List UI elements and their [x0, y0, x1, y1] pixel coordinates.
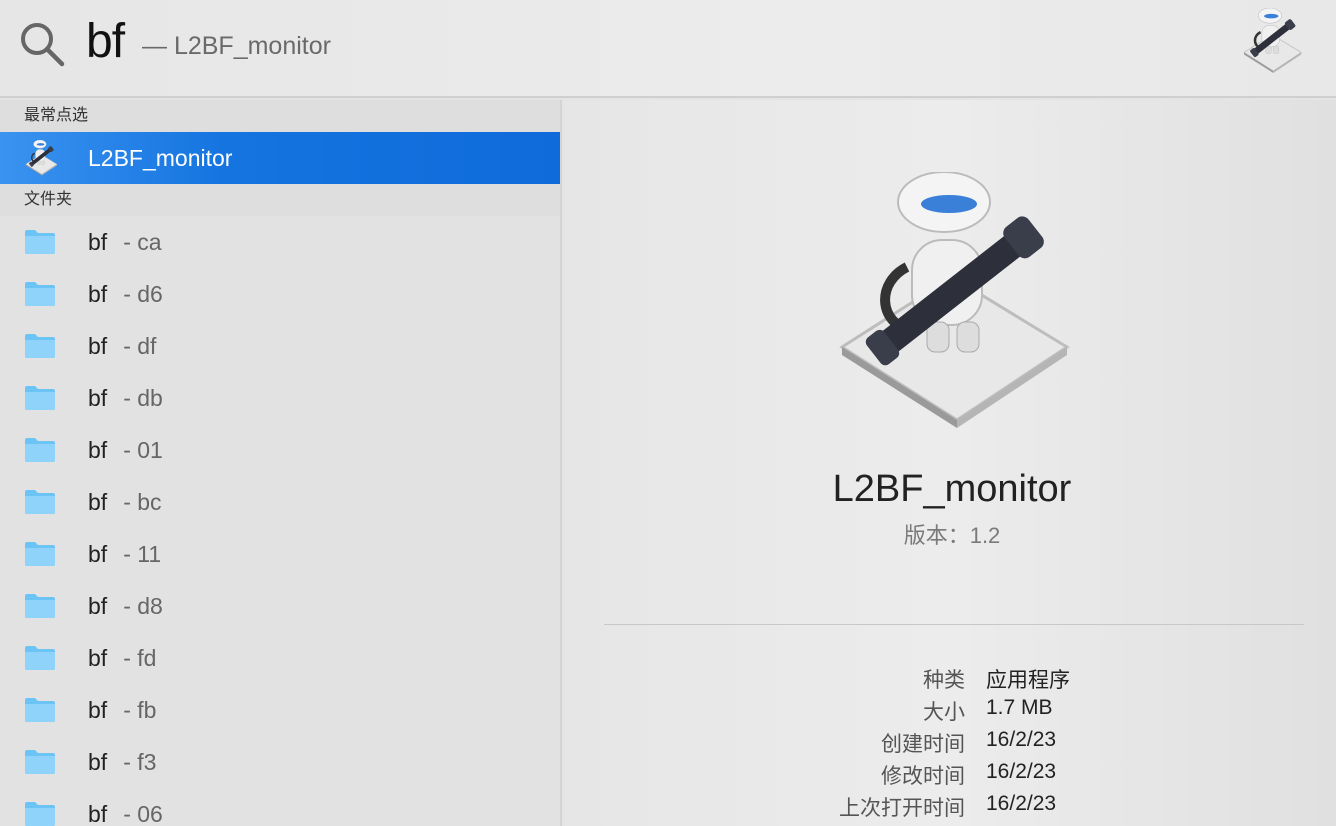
folder-name: bf [88, 488, 108, 515]
folder-result[interactable]: bf - ca [0, 216, 560, 268]
search-icon [21, 23, 65, 67]
info-row: 修改时间 16/2/23 [564, 760, 1336, 792]
search-input[interactable]: bf [86, 14, 125, 69]
folder-suffix: - fb [123, 696, 157, 723]
folder-suffix: - f3 [123, 748, 157, 775]
folder-suffix: - 01 [123, 436, 163, 463]
result-label: L2BF_monitor [88, 144, 233, 171]
folder-suffix: - ca [123, 228, 162, 255]
folder-suffix: - 06 [123, 800, 163, 826]
divider [604, 624, 1304, 625]
folder-suffix: - db [123, 384, 163, 411]
folder-name: bf [88, 228, 108, 255]
folder-name: bf [88, 280, 108, 307]
folder-name: bf [88, 436, 108, 463]
folder-name: bf [88, 592, 108, 619]
section-top-hits: 最常点选 [0, 100, 560, 132]
folder-icon [24, 437, 56, 463]
folder-name: bf [88, 384, 108, 411]
folder-icon [24, 697, 56, 723]
info-label: 大小 [923, 701, 965, 724]
info-row: 创建时间 16/2/23 [564, 728, 1336, 760]
folder-name: bf [88, 748, 108, 775]
info-value: 应用程序 [986, 669, 1070, 692]
search-bar[interactable]: bf — L2BF_monitor [0, 0, 1336, 98]
preview-version: 版本：1.2 [903, 523, 1001, 548]
folder-icon [24, 645, 56, 671]
folder-icon [24, 229, 56, 255]
info-label: 创建时间 [881, 733, 965, 756]
folder-icon [24, 385, 56, 411]
section-folders: 文件夹 [0, 184, 560, 216]
folder-result[interactable]: bf - d8 [0, 580, 560, 632]
automator-icon [24, 140, 58, 176]
info-value: 16/2/23 [986, 760, 1057, 783]
info-table: 种类 应用程序 大小 1.7 MB 创建时间 16/2/23 修改时间 16/2… [564, 664, 1336, 824]
folder-icon [24, 749, 56, 775]
automator-icon [832, 172, 1072, 432]
info-row: 大小 1.7 MB [564, 696, 1336, 728]
folder-result[interactable]: bf - bc [0, 476, 560, 528]
folder-result[interactable]: bf - 11 [0, 528, 560, 580]
folder-name: bf [88, 540, 108, 567]
folder-name: bf [88, 644, 108, 671]
folder-icon [24, 541, 56, 567]
info-value: 16/2/23 [986, 728, 1057, 751]
results-list[interactable]: 最常点选 L2BF_monitor 文件夹 bf - ca bf - d6 bf - … [0, 100, 562, 826]
folder-suffix: - d6 [123, 280, 163, 307]
folder-name: bf [88, 696, 108, 723]
folder-suffix: - d8 [123, 592, 163, 619]
folder-suffix: - fd [123, 644, 157, 671]
folder-suffix: - df [123, 332, 157, 359]
info-row: 上次打开时间 16/2/23 [564, 792, 1336, 824]
folder-result[interactable]: bf - fd [0, 632, 560, 684]
folder-icon [24, 281, 56, 307]
result-top-hit[interactable]: L2BF_monitor [0, 132, 560, 184]
folder-icon [24, 593, 56, 619]
preview-title: L2BF_monitor [832, 468, 1072, 510]
folder-result[interactable]: bf - d6 [0, 268, 560, 320]
folder-suffix: - bc [123, 488, 162, 515]
folder-result[interactable]: bf - df [0, 320, 560, 372]
info-row: 种类 应用程序 [564, 664, 1336, 696]
preview-pane: L2BF_monitor 版本：1.2 种类 应用程序 大小 1.7 MB 创建… [564, 100, 1336, 826]
folder-icon [24, 801, 56, 826]
folder-icon [24, 333, 56, 359]
folder-name: bf [88, 800, 108, 826]
folder-name: bf [88, 332, 108, 359]
info-label: 上次打开时间 [839, 797, 965, 820]
info-value: 1.7 MB [986, 696, 1053, 719]
folder-icon [24, 489, 56, 515]
folder-result[interactable]: bf - 06 [0, 788, 560, 826]
info-value: 16/2/23 [986, 792, 1057, 815]
folder-suffix: - 11 [123, 540, 162, 567]
automator-icon [1240, 8, 1304, 74]
search-completion: — L2BF_monitor [142, 32, 331, 60]
folder-result[interactable]: bf - 01 [0, 424, 560, 476]
folder-result[interactable]: bf - fb [0, 684, 560, 736]
folder-result[interactable]: bf - db [0, 372, 560, 424]
info-label: 修改时间 [881, 765, 965, 788]
folder-result[interactable]: bf - f3 [0, 736, 560, 788]
info-label: 种类 [923, 669, 965, 692]
